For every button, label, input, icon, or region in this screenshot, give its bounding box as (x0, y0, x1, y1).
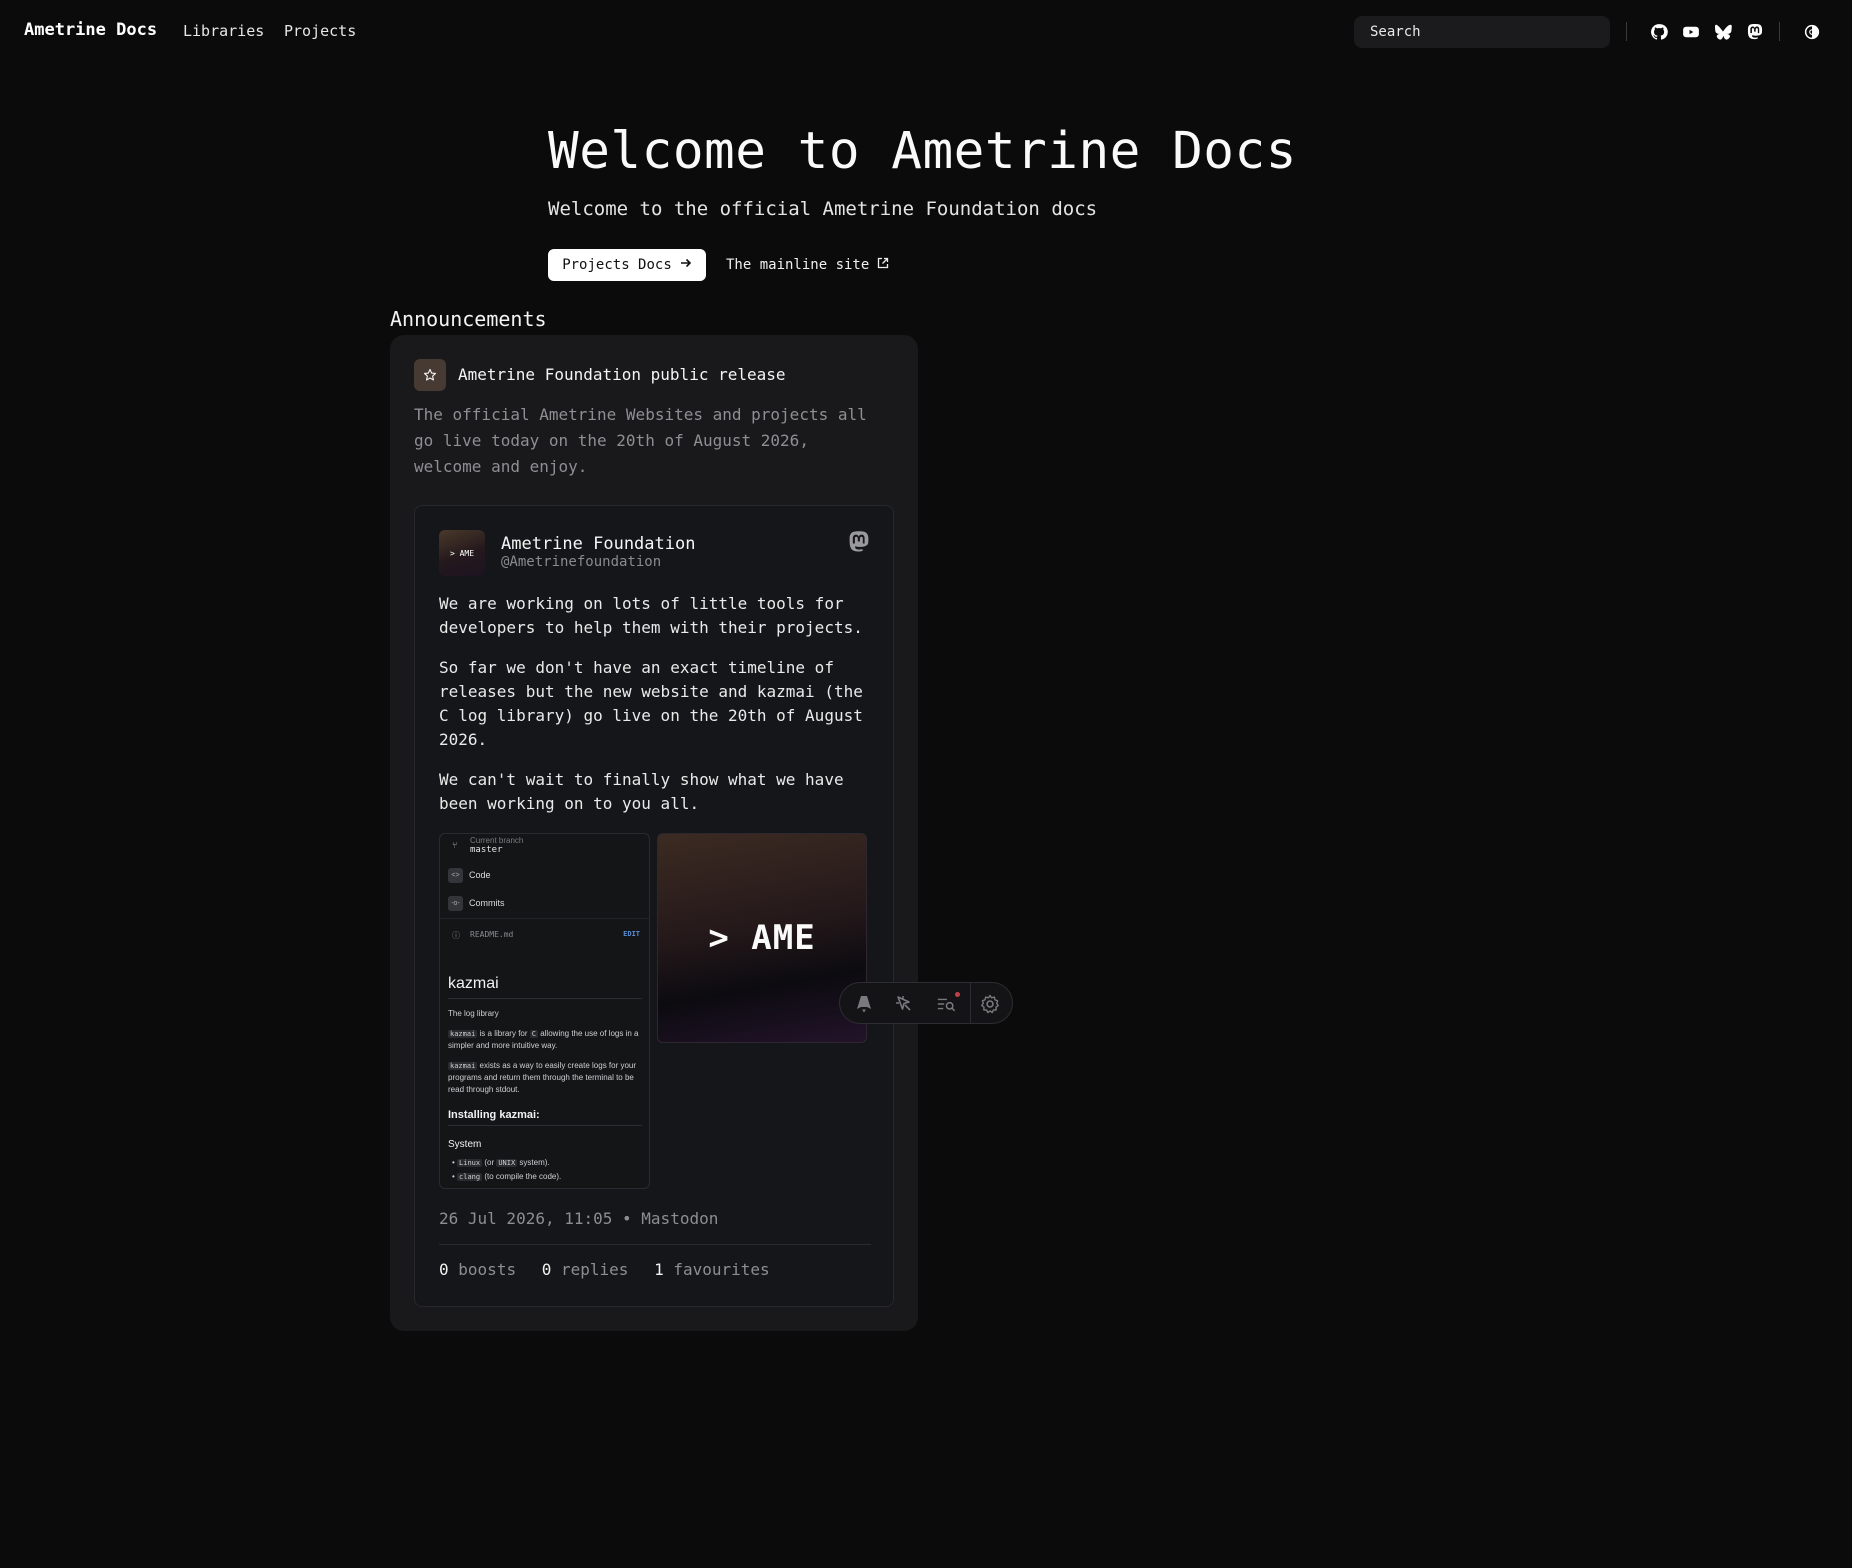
theme-toggle-icon[interactable] (1802, 22, 1822, 42)
commits-label: Commits (469, 898, 505, 908)
mainline-site-label: The mainline site (726, 257, 870, 273)
inline-code: clang (457, 1173, 483, 1181)
repo-screenshot-attachment[interactable]: ⑂ Current branch master <> Code -o- Comm… (439, 833, 650, 1189)
list-text: system). (517, 1158, 550, 1167)
divider (1626, 22, 1627, 41)
bluesky-icon[interactable] (1713, 22, 1733, 42)
favourites-count: 1 (654, 1260, 664, 1279)
list-text: (or (482, 1158, 497, 1167)
announcement-body: The official Ametrine Websites and proje… (414, 405, 867, 476)
search-button[interactable]: Search (1354, 16, 1610, 48)
readme-filename: README.md (470, 930, 514, 939)
commits-nav-item: -o- Commits (448, 895, 505, 911)
code-label: Code (469, 870, 491, 880)
code-nav-item: <> Code (448, 867, 491, 883)
system-heading: System (448, 1139, 482, 1150)
site-brand[interactable]: Ametrine Docs (24, 20, 157, 40)
logo-text: > AME (708, 918, 816, 958)
replies-count: 0 (541, 1260, 552, 1279)
info-icon: ⓘ (452, 931, 460, 940)
settings-gear-icon[interactable] (980, 994, 1000, 1014)
divider (1779, 22, 1780, 41)
branch-label: Current branch (470, 836, 524, 845)
readme-heading: kazmai (448, 975, 499, 992)
post-author-name[interactable]: Ametrine Foundation (501, 534, 695, 554)
mastodon-icon[interactable] (1745, 22, 1765, 42)
post-timestamp[interactable]: 26 Jul 2026, 11:05 • Mastodon (439, 1209, 718, 1228)
github-icon[interactable] (1649, 22, 1669, 42)
announcements-heading: Announcements (390, 307, 547, 331)
branch-icon: ⑂ (452, 840, 458, 850)
post-paragraph: So far we don't have an exact timeline o… (439, 658, 863, 749)
astro-icon[interactable] (854, 994, 874, 1014)
divider (440, 918, 649, 919)
divider (439, 1244, 871, 1245)
code-icon: <> (448, 867, 463, 883)
branch-name: master (470, 845, 503, 855)
divider (448, 1125, 642, 1126)
arrow-right-icon (680, 257, 692, 273)
post-paragraph: We are working on lots of little tools f… (439, 594, 863, 637)
projects-docs-button[interactable]: Projects Docs (548, 249, 706, 281)
announcement-title: Ametrine Foundation public release (458, 365, 786, 384)
dev-toolbar (839, 982, 1013, 1024)
inline-code: kazmai (448, 1062, 478, 1070)
mainline-site-link[interactable]: The mainline site (716, 249, 899, 281)
readme-paragraph: kazmai exists as a way to easily create … (448, 1060, 642, 1096)
post-paragraph: We can't wait to finally show what we ha… (439, 770, 844, 813)
mastodon-post-embed[interactable]: > AME Ametrine Foundation @Ametrinefound… (414, 505, 894, 1307)
top-navigation: Ametrine Docs Libraries Projects Search (0, 0, 1852, 64)
inspect-cursor-icon[interactable] (894, 994, 914, 1014)
list-item: • clang (to compile the code). (452, 1172, 562, 1181)
readme-tagline: The log library (448, 1009, 499, 1018)
notification-dot (955, 992, 960, 997)
announcement-card: Ametrine Foundation public release The o… (390, 335, 918, 1331)
nav-libraries-link[interactable]: Libraries (183, 22, 264, 40)
post-stats: 0 boosts 0 replies 1 favourites (439, 1260, 770, 1279)
inline-code: Linux (457, 1159, 483, 1167)
audit-icon[interactable] (936, 994, 956, 1014)
post-author-handle[interactable]: @Ametrinefoundation (501, 554, 661, 570)
install-heading: Installing kazmai: (448, 1109, 540, 1121)
divider (448, 998, 642, 999)
hero-title: Welcome to Ametrine Docs (548, 122, 1297, 181)
readme-text: is a library for (477, 1029, 530, 1038)
avatar: > AME (439, 530, 485, 576)
list-text: (to compile the code). (482, 1172, 562, 1181)
replies-label: replies (561, 1260, 629, 1279)
boosts-count: 0 (439, 1260, 449, 1279)
inline-code: kazmai (448, 1030, 478, 1038)
projects-docs-button-label: Projects Docs (562, 257, 672, 273)
inline-code: UNIX (496, 1159, 518, 1167)
edit-label: EDIT (623, 930, 640, 938)
external-link-icon (877, 257, 889, 273)
divider (970, 983, 971, 1023)
favourites-label: favourites (673, 1260, 770, 1279)
list-item: • Linux (or UNIX system). (452, 1158, 550, 1167)
ame-logo-attachment[interactable]: > AME (657, 833, 867, 1043)
commit-icon: -o- (448, 895, 463, 911)
mastodon-icon (847, 530, 871, 554)
youtube-icon[interactable] (1681, 22, 1701, 42)
nav-projects-link[interactable]: Projects (284, 22, 356, 40)
readme-paragraph: kazmai is a library for C allowing the u… (448, 1028, 642, 1052)
post-content: We are working on lots of little tools f… (439, 592, 871, 832)
inline-code: C (529, 1030, 538, 1038)
readme-text: exists as a way to easily create logs fo… (448, 1061, 637, 1094)
star-icon (414, 359, 446, 391)
boosts-label: boosts (458, 1260, 517, 1279)
hero-subtitle: Welcome to the official Ametrine Foundat… (548, 198, 1098, 220)
